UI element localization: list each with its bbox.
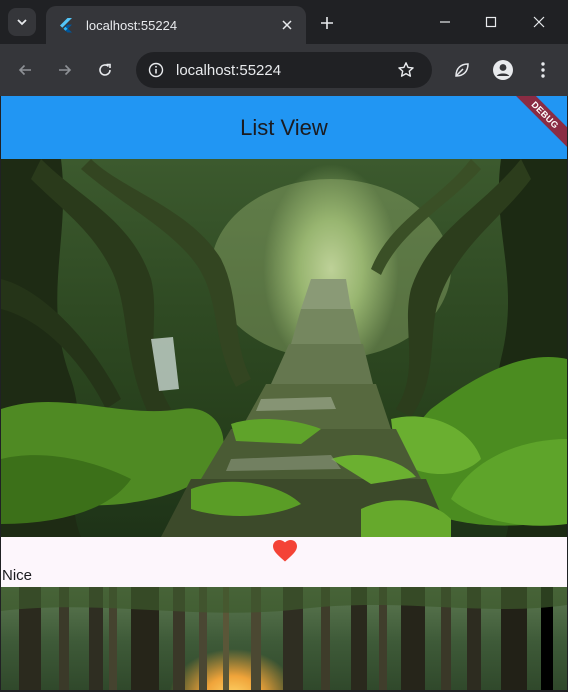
- tab-search-button[interactable]: [8, 8, 36, 36]
- tab-title: localhost:55224: [86, 17, 178, 33]
- sunlit-woods-image: [1, 587, 567, 690]
- info-icon[interactable]: [142, 56, 170, 84]
- reload-button[interactable]: [91, 56, 119, 84]
- window-close-button[interactable]: [516, 0, 562, 44]
- star-icon[interactable]: [392, 56, 420, 84]
- forest-path-image: [1, 159, 567, 537]
- person-icon: [493, 60, 513, 80]
- browser-tab[interactable]: localhost:55224: [46, 6, 306, 44]
- minimize-icon: [440, 21, 450, 23]
- profile-button[interactable]: [489, 56, 517, 84]
- heart-icon[interactable]: [272, 539, 298, 563]
- chevron-down-icon: [17, 19, 27, 26]
- plus-icon: [321, 17, 333, 29]
- page-title: List View: [240, 114, 328, 140]
- minimize-button[interactable]: [422, 0, 468, 44]
- menu-button[interactable]: [529, 56, 557, 84]
- maximize-button[interactable]: [468, 0, 514, 44]
- close-icon: [533, 16, 545, 28]
- flutter-icon: [58, 17, 74, 33]
- address-bar[interactable]: localhost:55224: [136, 52, 432, 88]
- maximize-icon: [485, 16, 497, 28]
- back-button[interactable]: [11, 56, 39, 84]
- url-text[interactable]: localhost:55224: [176, 62, 392, 79]
- extension-button[interactable]: [448, 56, 476, 84]
- close-icon[interactable]: [276, 14, 298, 36]
- list-view[interactable]: Nice: [1, 159, 567, 690]
- app-viewport: List View DEBUG Nice: [1, 96, 567, 690]
- forward-button[interactable]: [51, 56, 79, 84]
- kebab-menu-icon: [541, 62, 545, 78]
- app-bar: List View: [1, 96, 567, 159]
- item-label: Nice: [2, 567, 33, 584]
- browser-toolbar: localhost:55224: [0, 44, 568, 96]
- leaf-icon: [455, 63, 469, 77]
- new-tab-button[interactable]: [314, 10, 340, 36]
- arrow-left-icon: [18, 64, 31, 76]
- list-item[interactable]: Nice: [1, 537, 567, 587]
- reload-icon: [99, 63, 111, 76]
- browser-titlebar: localhost:55224: [0, 0, 568, 44]
- arrow-right-icon: [59, 64, 72, 76]
